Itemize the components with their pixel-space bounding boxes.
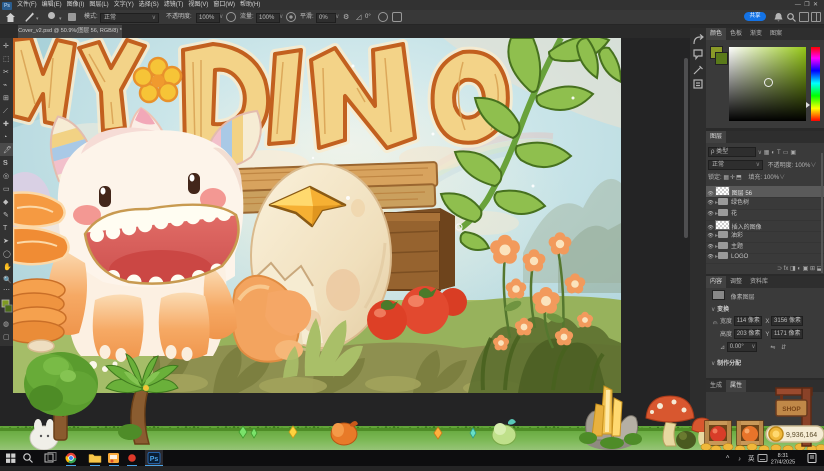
- svg-text:✛: ✛: [3, 42, 9, 50]
- svg-text:SHOP: SHOP: [782, 406, 801, 413]
- svg-text:✂: ✂: [3, 69, 9, 76]
- svg-text:⬚: ⬚: [3, 56, 10, 63]
- svg-text:♪: ♪: [738, 457, 741, 463]
- svg-text:⌁: ⌁: [3, 82, 7, 89]
- svg-text:◯: ◯: [3, 250, 11, 258]
- svg-text:9,936,164: 9,936,164: [786, 432, 817, 439]
- svg-text:➤: ➤: [3, 238, 9, 245]
- svg-text:⟋: ⟋: [3, 107, 8, 115]
- svg-text:✎: ✎: [3, 212, 9, 219]
- svg-text:𝐒: 𝐒: [3, 159, 8, 167]
- svg-text:◎: ◎: [3, 173, 9, 180]
- svg-text:⊞: ⊞: [3, 95, 9, 102]
- svg-text:▭: ▭: [3, 186, 10, 193]
- svg-text:🖊: 🖊: [3, 146, 12, 154]
- svg-text:27/4/2025: 27/4/2025: [771, 460, 795, 466]
- svg-text:T: T: [3, 225, 8, 232]
- svg-text:◔: ◔: [3, 134, 7, 141]
- svg-text:◆: ◆: [3, 199, 9, 206]
- svg-text:英: 英: [748, 454, 755, 463]
- svg-text:🔍: 🔍: [3, 275, 12, 284]
- svg-text:✚: ✚: [3, 120, 9, 128]
- svg-text:8:31: 8:31: [778, 453, 789, 459]
- svg-text:Ps: Ps: [150, 456, 159, 463]
- svg-text:◍: ◍: [3, 321, 9, 328]
- svg-text:⋯: ⋯: [3, 287, 10, 294]
- svg-text:✋: ✋: [3, 262, 12, 271]
- svg-text:▢: ▢: [3, 334, 10, 341]
